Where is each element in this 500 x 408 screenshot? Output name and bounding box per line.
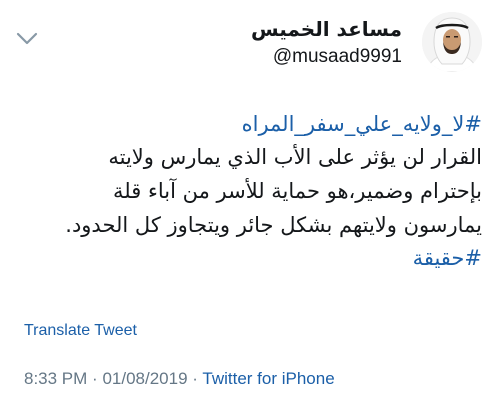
tweet-line: يمارسون ولايتهم بشكل جائر ويتجاوز كل الح… <box>65 213 482 237</box>
meta-separator: · <box>192 369 198 388</box>
avatar[interactable] <box>422 12 482 72</box>
translate-tweet-link[interactable]: Translate Tweet <box>24 322 137 340</box>
tweet-source-link[interactable]: Twitter for iPhone <box>202 369 334 388</box>
author-handle[interactable]: @musaad9991 <box>251 44 402 70</box>
author-names[interactable]: مساعد الخميس @musaad9991 <box>251 16 402 70</box>
tweet-date: 01/08/2019 <box>102 369 188 388</box>
hashtag-link[interactable]: #حقيقة <box>22 242 482 274</box>
tweet-time: 8:33 PM <box>24 369 88 388</box>
author-display-name[interactable]: مساعد الخميس <box>251 16 402 42</box>
tweet-header: مساعد الخميس @musaad9991 <box>0 12 500 74</box>
tweet-line: بإحترام وضمير،هو حماية للأسر من آباء قلة <box>113 179 482 203</box>
meta-separator: · <box>92 369 98 388</box>
tweet-meta: 8:33 PM · 01/08/2019 · Twitter for iPhon… <box>24 369 335 389</box>
tweet-line: القرار لن يؤثر على الأب الذي يمارس ولايت… <box>108 145 482 169</box>
tweet-text: #لا_ولايه_علي_سفر_المراه القرار لن يؤثر … <box>22 108 482 274</box>
hashtag-link[interactable]: #لا_ولايه_علي_سفر_المراه <box>22 108 482 140</box>
avatar-photo-icon <box>422 12 482 72</box>
chevron-down-icon[interactable] <box>16 32 38 46</box>
